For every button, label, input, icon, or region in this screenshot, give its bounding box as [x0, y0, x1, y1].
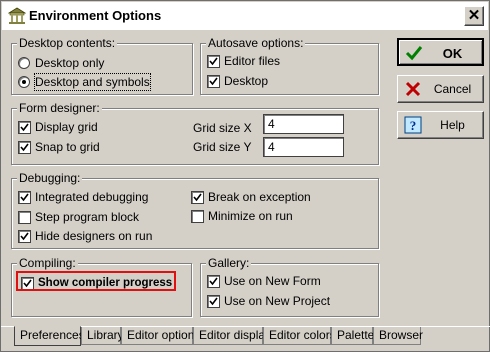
ok-button[interactable]: OK: [397, 38, 484, 66]
minimize-on-run-label: Minimize on run: [208, 209, 293, 223]
radio-button: [18, 57, 30, 69]
gallery-group: Gallery: Use on New Form Use on New Proj…: [200, 256, 379, 317]
display-grid-label: Display grid: [35, 120, 98, 134]
close-icon: ✕: [467, 7, 481, 24]
ok-label: OK: [442, 46, 463, 61]
tab-browser[interactable]: Browser: [373, 327, 424, 345]
tab-label: Browser: [379, 328, 424, 342]
editor-files-label: Editor files: [224, 54, 281, 68]
minimize-on-run-checkbox[interactable]: Minimize on run: [191, 208, 341, 224]
autosave-options-group: Autosave options: Editor files Desktop: [200, 36, 379, 95]
tab-preferences[interactable]: Preferences: [14, 326, 85, 346]
compiling-legend: Compiling:: [17, 256, 78, 270]
integrated-debugging-checkbox[interactable]: Integrated debugging: [18, 189, 168, 205]
temple-icon: [8, 7, 26, 24]
use-on-new-project-checkbox[interactable]: Use on New Project: [207, 293, 367, 309]
cancel-label: Cancel: [433, 82, 472, 96]
help-button[interactable]: ? Help: [397, 111, 484, 139]
tab-palette[interactable]: Palette: [331, 327, 375, 345]
desktop-contents-group: Desktop contents: Desktop only Desktop a…: [11, 36, 193, 95]
tab-label: Editor colors: [269, 328, 336, 342]
break-on-exception-label: Break on exception: [208, 190, 311, 204]
checkbox-checked: [207, 295, 220, 308]
desktop-label: Desktop: [224, 74, 269, 88]
checkbox-checked: [18, 191, 31, 204]
form-designer-legend: Form designer:: [17, 101, 102, 115]
snap-to-grid-label: Snap to grid: [35, 140, 100, 154]
checkbox-checked: [18, 121, 31, 134]
checkbox-checked: [207, 75, 220, 88]
grid-size-x-input[interactable]: 4: [263, 114, 344, 134]
display-grid-checkbox[interactable]: Display grid: [18, 119, 138, 135]
checkbox-unchecked: [191, 210, 204, 223]
tab-editor-colors[interactable]: Editor colors: [263, 327, 336, 345]
desktop-contents-legend: Desktop contents:: [17, 36, 118, 50]
desktop-only-radio[interactable]: Desktop only: [18, 55, 138, 71]
tab-label: Editor options: [127, 328, 201, 342]
tab-strip: Preferences Library Editor options Edito…: [1, 326, 490, 354]
form-designer-group: Form designer: Display grid Snap to grid…: [11, 101, 379, 165]
step-program-block-label: Step program block: [35, 210, 140, 224]
hide-designers-on-run-checkbox[interactable]: Hide designers on run: [18, 228, 178, 244]
highlight-box: [16, 271, 176, 291]
use-on-new-project-label: Use on New Project: [224, 294, 331, 308]
tab-library[interactable]: Library: [81, 327, 124, 345]
use-on-new-form-checkbox[interactable]: Use on New Form: [207, 273, 367, 289]
tab-editor-display[interactable]: Editor display: [193, 327, 271, 345]
desktop-checkbox[interactable]: Desktop: [207, 73, 327, 89]
checkbox-checked: [207, 275, 220, 288]
grid-size-y-label: Grid size Y: [193, 140, 252, 154]
tab-editor-options[interactable]: Editor options: [121, 327, 200, 345]
cancel-x-icon: [405, 81, 421, 97]
checkmark-icon: [405, 46, 423, 61]
window-title: Environment Options: [29, 8, 162, 23]
tab-label: Editor display: [199, 328, 272, 342]
title-bar: Environment Options ✕: [2, 2, 488, 30]
snap-to-grid-checkbox[interactable]: Snap to grid: [18, 139, 138, 155]
checkbox-checked: [18, 141, 31, 154]
environment-options-dialog: Environment Options ✕ Desktop contents: …: [0, 0, 490, 352]
cancel-button[interactable]: Cancel: [397, 75, 484, 103]
grid-size-y-input[interactable]: 4: [263, 137, 344, 157]
desktop-only-label: Desktop only: [35, 56, 105, 70]
integrated-debugging-label: Integrated debugging: [35, 190, 149, 204]
tab-label: Palette: [337, 328, 375, 342]
use-on-new-form-label: Use on New Form: [224, 274, 321, 288]
gallery-legend: Gallery:: [206, 256, 252, 270]
step-program-block-checkbox[interactable]: Step program block: [18, 209, 168, 225]
checkbox-checked: [191, 191, 204, 204]
help-label: Help: [440, 118, 465, 132]
radio-button-selected: [18, 76, 30, 88]
autosave-options-legend: Autosave options:: [206, 36, 306, 50]
svg-text:?: ?: [410, 118, 417, 133]
break-on-exception-checkbox[interactable]: Break on exception: [191, 189, 341, 205]
desktop-and-symbols-radio[interactable]: Desktop and symbols: [18, 73, 168, 91]
desktop-and-symbols-label: Desktop and symbols: [34, 73, 151, 91]
debugging-legend: Debugging:: [17, 171, 83, 185]
tab-label: Preferences: [20, 328, 85, 342]
debugging-group: Debugging: Integrated debugging Step pro…: [11, 171, 379, 249]
help-question-icon: ?: [404, 116, 422, 134]
editor-files-checkbox[interactable]: Editor files: [207, 53, 327, 69]
checkbox-checked: [18, 230, 31, 243]
tab-label: Library: [87, 328, 124, 342]
grid-size-x-label: Grid size X: [193, 121, 252, 135]
close-button[interactable]: ✕: [464, 6, 484, 26]
hide-designers-on-run-label: Hide designers on run: [35, 229, 153, 243]
checkbox-checked: [207, 55, 220, 68]
checkbox-unchecked: [18, 211, 31, 224]
